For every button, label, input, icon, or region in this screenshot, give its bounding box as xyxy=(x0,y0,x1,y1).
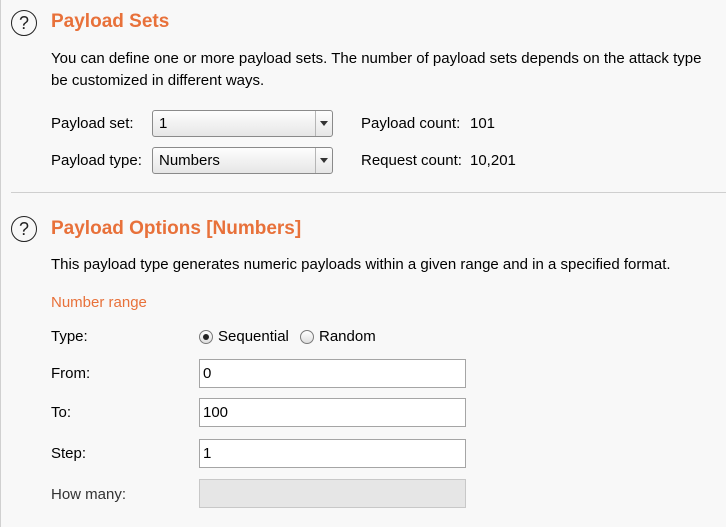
help-icon[interactable]: ? xyxy=(11,216,37,242)
intruder-payloads-panel: ? Payload Sets You can define one or mor… xyxy=(0,0,726,527)
from-input[interactable] xyxy=(199,359,466,388)
random-radio[interactable] xyxy=(300,330,314,344)
payload-type-select[interactable]: Numbers xyxy=(152,147,333,174)
how-many-input xyxy=(199,479,466,508)
to-input[interactable] xyxy=(199,398,466,427)
how-many-label: How many: xyxy=(51,486,127,503)
to-label: To: xyxy=(51,404,72,421)
step-label: Step: xyxy=(51,445,87,462)
payload-type-label: Payload type: xyxy=(51,152,142,169)
section-divider xyxy=(11,192,726,193)
step-input[interactable] xyxy=(199,439,466,468)
payload-sets-description-line2: be customized in different ways. xyxy=(51,72,265,89)
payload-set-value: 1 xyxy=(159,115,168,132)
payload-set-label: Payload set: xyxy=(51,115,134,132)
payload-sets-title: Payload Sets xyxy=(51,11,170,32)
payload-count-value: 101 xyxy=(470,115,496,132)
sequential-radio[interactable] xyxy=(199,330,213,344)
number-range-heading: Number range xyxy=(51,294,147,311)
payload-sets-description-line1: You can define one or more payload sets.… xyxy=(51,50,702,67)
payload-options-description: This payload type generates numeric payl… xyxy=(51,256,671,273)
panel-border xyxy=(0,0,1,527)
payload-options-title: Payload Options [Numbers] xyxy=(51,218,302,239)
request-count-label: Request count: xyxy=(361,152,462,169)
payload-type-dropdown-button[interactable] xyxy=(315,148,332,173)
radio-selected-dot xyxy=(203,334,209,340)
random-radio-label[interactable]: Random xyxy=(319,328,376,345)
chevron-down-icon xyxy=(320,158,328,163)
type-label: Type: xyxy=(51,328,88,345)
request-count-value: 10,201 xyxy=(470,152,516,169)
payload-set-select[interactable]: 1 xyxy=(152,110,333,137)
payload-count-label: Payload count: xyxy=(361,115,461,132)
from-label: From: xyxy=(51,365,91,382)
payload-type-value: Numbers xyxy=(159,152,220,169)
help-icon[interactable]: ? xyxy=(11,10,37,36)
sequential-radio-label[interactable]: Sequential xyxy=(218,328,289,345)
chevron-down-icon xyxy=(320,121,328,126)
payload-set-dropdown-button[interactable] xyxy=(315,111,332,136)
